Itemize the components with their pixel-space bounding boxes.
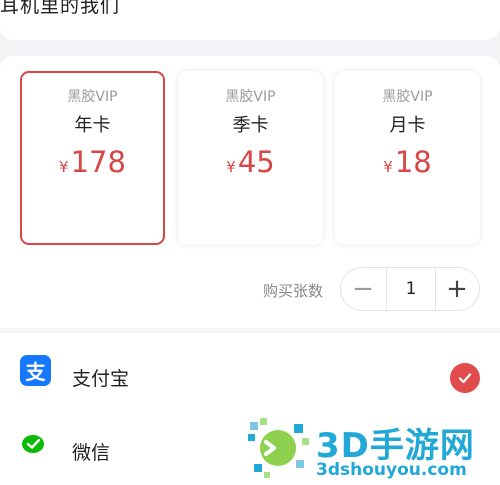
plan-name: 年卡 [74, 115, 111, 136]
top-card: 耳机里的我们 [0, 0, 500, 40]
price-value: 178 [70, 145, 126, 179]
price-value: 45 [237, 145, 275, 179]
plan-price: ¥18 [335, 146, 480, 183]
quantity-label: 购买张数 [263, 282, 324, 300]
increment-button[interactable]: + [435, 268, 479, 310]
plan-brand: 黑胶VIP [67, 89, 118, 105]
plan-name: 月卡 [389, 115, 426, 136]
plan-name: 季卡 [232, 115, 269, 136]
price-value: 18 [394, 145, 432, 179]
currency-symbol: ¥ [59, 158, 69, 176]
decrement-button[interactable]: − [341, 268, 385, 310]
payment-label: 微信 [72, 442, 111, 464]
quantity-value: 1 [405, 279, 417, 299]
plan-brand: 黑胶VIP [382, 89, 433, 105]
plan-card-quarterly[interactable]: 黑胶VIP 季卡 ¥45 [178, 71, 323, 245]
page-title: 耳机里的我们 [0, 0, 121, 17]
watermark-logo-icon [248, 418, 309, 478]
plan-brand: 黑胶VIP [225, 89, 276, 105]
wechat-icon [20, 429, 51, 460]
plan-price: ¥45 [178, 146, 323, 183]
watermark-url: 3dshouyou.com [316, 460, 467, 480]
alipay-icon: 支 [20, 355, 51, 386]
quantity-stepper: − 1 + [340, 267, 480, 311]
checkmark-icon[interactable] [450, 363, 480, 393]
plan-card-monthly[interactable]: 黑胶VIP 月卡 ¥18 [335, 71, 480, 245]
payment-option-alipay[interactable]: 支 支付宝 [0, 341, 500, 401]
currency-symbol: ¥ [226, 158, 236, 176]
payment-label: 支付宝 [72, 368, 130, 390]
currency-symbol: ¥ [383, 158, 393, 176]
plan-card-annual[interactable]: 黑胶VIP 年卡 ¥178 [20, 71, 165, 245]
watermark: 3D手游网 3dshouyou.com [244, 410, 500, 485]
plan-price: ¥178 [22, 146, 163, 183]
plan-selector: 黑胶VIP 年卡 ¥178 黑胶VIP 季卡 ¥45 黑胶VIP 月卡 ¥18 … [0, 56, 500, 328]
